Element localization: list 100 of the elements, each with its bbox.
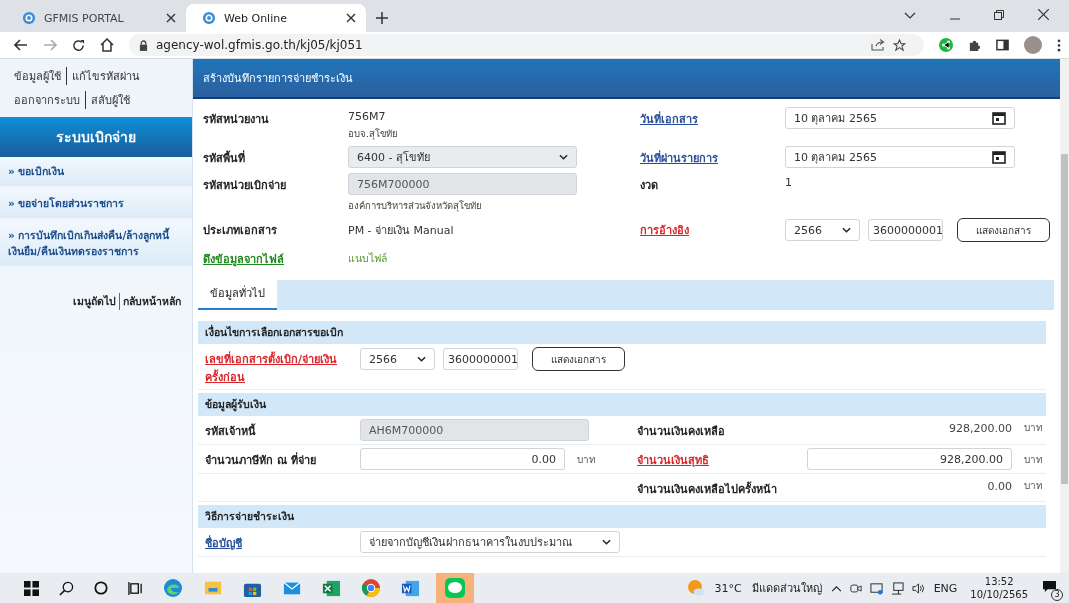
- clock-date[interactable]: 10/10/2565: [970, 588, 1028, 601]
- chrome-icon[interactable]: [361, 578, 381, 598]
- caret-icon: [602, 539, 611, 545]
- amount-value: 928,200.00: [948, 421, 1012, 435]
- show-document-button[interactable]: แสดงเอกสาร: [957, 218, 1050, 242]
- tab[interactable]: ข้อมูลทั่วไป: [198, 277, 277, 310]
- user-menu-link[interactable]: ออกจากระบบ: [14, 91, 85, 109]
- unit-label: บาท: [1024, 452, 1043, 467]
- field-label[interactable]: วันที่เอกสาร: [640, 110, 775, 128]
- nav-link[interactable]: กลับหน้าหลัก: [119, 293, 184, 311]
- browser-tab[interactable]: GFMIS PORTAL: [6, 4, 186, 32]
- share-icon[interactable]: [871, 39, 885, 51]
- temperature-text[interactable]: 31°C: [714, 581, 742, 595]
- reload-icon[interactable]: [72, 38, 85, 52]
- caret-icon: [559, 154, 568, 160]
- clock-time[interactable]: 13:52: [984, 575, 1014, 588]
- star-icon[interactable]: [893, 38, 906, 52]
- user-menu-link[interactable]: ข้อมูลผู้ใช้: [14, 67, 66, 85]
- address-bar[interactable]: agency-wol.gfmis.go.th/kj05/kj051: [129, 34, 924, 56]
- browser-tab[interactable]: Web Online: [186, 4, 366, 32]
- page-subtitle: สร้างบันทึกรายการจ่ายชำระเงิน: [203, 71, 353, 87]
- document-app-icon[interactable]: [401, 578, 420, 598]
- close-icon[interactable]: [1038, 9, 1049, 20]
- field-label[interactable]: วันที่ผ่านรายการ: [640, 149, 775, 167]
- more-menu-icon[interactable]: [1057, 38, 1061, 52]
- section-header: วิธีการจ่ายชำระเงิน: [198, 505, 1046, 528]
- puzzle-icon[interactable]: [968, 38, 981, 52]
- scrollbar[interactable]: [1060, 59, 1069, 573]
- globe-icon: [22, 11, 36, 25]
- field-value: 1: [785, 175, 793, 189]
- home-icon[interactable]: [100, 38, 114, 52]
- share-extension-icon[interactable]: [939, 38, 953, 52]
- monitor-badge-icon[interactable]: [869, 581, 883, 595]
- side-panel-icon[interactable]: [996, 39, 1009, 51]
- windows-start-icon[interactable]: [24, 580, 39, 596]
- field-value: PM - จ่ายเงิน Manual: [348, 223, 455, 239]
- task-view-icon[interactable]: [128, 580, 143, 596]
- restore-icon[interactable]: [994, 10, 1004, 20]
- mail-icon[interactable]: [282, 579, 302, 597]
- lock-icon: [139, 39, 148, 51]
- dropdown[interactable]: จ่ายจากบัญชีเงินฝากธนาคารในงบประมาณ: [360, 531, 620, 553]
- calendar-icon[interactable]: [992, 150, 1006, 164]
- field-label: รหัสหน่วยงาน: [203, 112, 270, 128]
- field-label: รหัสพื้นที่: [203, 149, 246, 167]
- field-label: รหัสเจ้าหนี้: [205, 422, 257, 440]
- date-field[interactable]: 10 ตุลาคม 2565: [785, 107, 1015, 129]
- field-label[interactable]: เลขที่เอกสารตั้งเบิก/จ่ายเงินครั้งก่อน: [205, 350, 350, 386]
- field-label[interactable]: ดึงข้อมูลจากไฟล์: [203, 250, 338, 268]
- field-label: จำนวนเงินคงเหลือไปครั้งหน้า: [637, 480, 778, 498]
- calendar-icon[interactable]: [992, 111, 1006, 125]
- field-note: อบจ.สุโขทัย: [348, 127, 400, 141]
- field-label[interactable]: การอ้างอิง: [640, 221, 775, 239]
- close-icon[interactable]: [346, 13, 356, 23]
- field-label: จำนวนภาษีหัก ณ ที่จ่าย: [205, 451, 317, 469]
- field-note: องค์การบริหารส่วนจังหวัดสุโขทัย: [348, 199, 483, 213]
- speech-bubble-icon: [445, 578, 465, 598]
- field-label: รหัสหน่วยเบิกจ่าย: [203, 178, 287, 194]
- caret-icon: [417, 356, 426, 362]
- unit-label: บาท: [1024, 478, 1043, 493]
- search-icon[interactable]: [59, 580, 74, 596]
- nav-link[interactable]: เมนูถัดไป: [73, 293, 119, 311]
- user-menu-link[interactable]: สลับผู้ใช้: [85, 91, 135, 109]
- amount-field[interactable]: 0.00: [360, 448, 565, 470]
- document-number-field[interactable]: 3600000001: [868, 219, 943, 241]
- amount-field[interactable]: 928,200.00: [807, 448, 1012, 470]
- folder-icon[interactable]: [203, 579, 223, 597]
- show-document-button[interactable]: แสดงเอกสาร: [532, 347, 625, 371]
- section-header: ข้อมูลผู้รับเงิน: [198, 393, 1046, 416]
- section-header: เงื่อนไขการเลือกเอกสารขอเบิก: [198, 321, 1046, 344]
- amount-value: 0.00: [986, 479, 1012, 493]
- user-menu-link[interactable]: แก้ไขรหัสผ่าน: [66, 67, 145, 85]
- avatar-icon[interactable]: [1024, 36, 1042, 54]
- dropdown[interactable]: 6400 - สุโขทัย: [348, 146, 577, 168]
- chevron-up-icon[interactable]: [830, 584, 842, 592]
- field-label[interactable]: จำนวนเงินสุทธิ: [637, 451, 797, 469]
- language-indicator[interactable]: ENG: [933, 581, 958, 595]
- year-dropdown[interactable]: 2566: [360, 348, 435, 370]
- circle-icon[interactable]: [94, 581, 108, 595]
- weather-text[interactable]: มีแดดส่วนใหญ่: [751, 579, 822, 597]
- browser-app-icon[interactable]: [163, 578, 183, 598]
- spreadsheet-app-icon[interactable]: [322, 578, 341, 598]
- field-label[interactable]: ชื่อบัญชี: [205, 534, 350, 552]
- date-field[interactable]: 10 ตุลาคม 2565: [785, 146, 1015, 168]
- network-icon[interactable]: [890, 581, 904, 595]
- speaker-icon[interactable]: [911, 581, 925, 595]
- meeting-icon[interactable]: [849, 581, 862, 595]
- plus-icon[interactable]: [376, 12, 388, 24]
- chevron-down-icon[interactable]: [904, 12, 916, 20]
- field-label: จำนวนเงินคงเหลือ: [637, 424, 726, 440]
- document-number-field[interactable]: 3600000001: [443, 348, 518, 370]
- unit-label: บาท: [577, 452, 596, 467]
- back-arrow-icon[interactable]: [14, 39, 28, 51]
- field-value: 756M7: [348, 109, 387, 123]
- attach-file-text: แนบไฟล์: [348, 251, 388, 266]
- close-icon[interactable]: [166, 13, 176, 23]
- sidebar-title: ระบบเบิกจ่าย: [0, 117, 192, 157]
- year-dropdown[interactable]: 2566: [785, 219, 860, 241]
- field-label: ประเภทเอกสาร: [203, 223, 278, 239]
- caret-icon: [842, 227, 851, 233]
- notification-icon[interactable]: [1042, 580, 1057, 593]
